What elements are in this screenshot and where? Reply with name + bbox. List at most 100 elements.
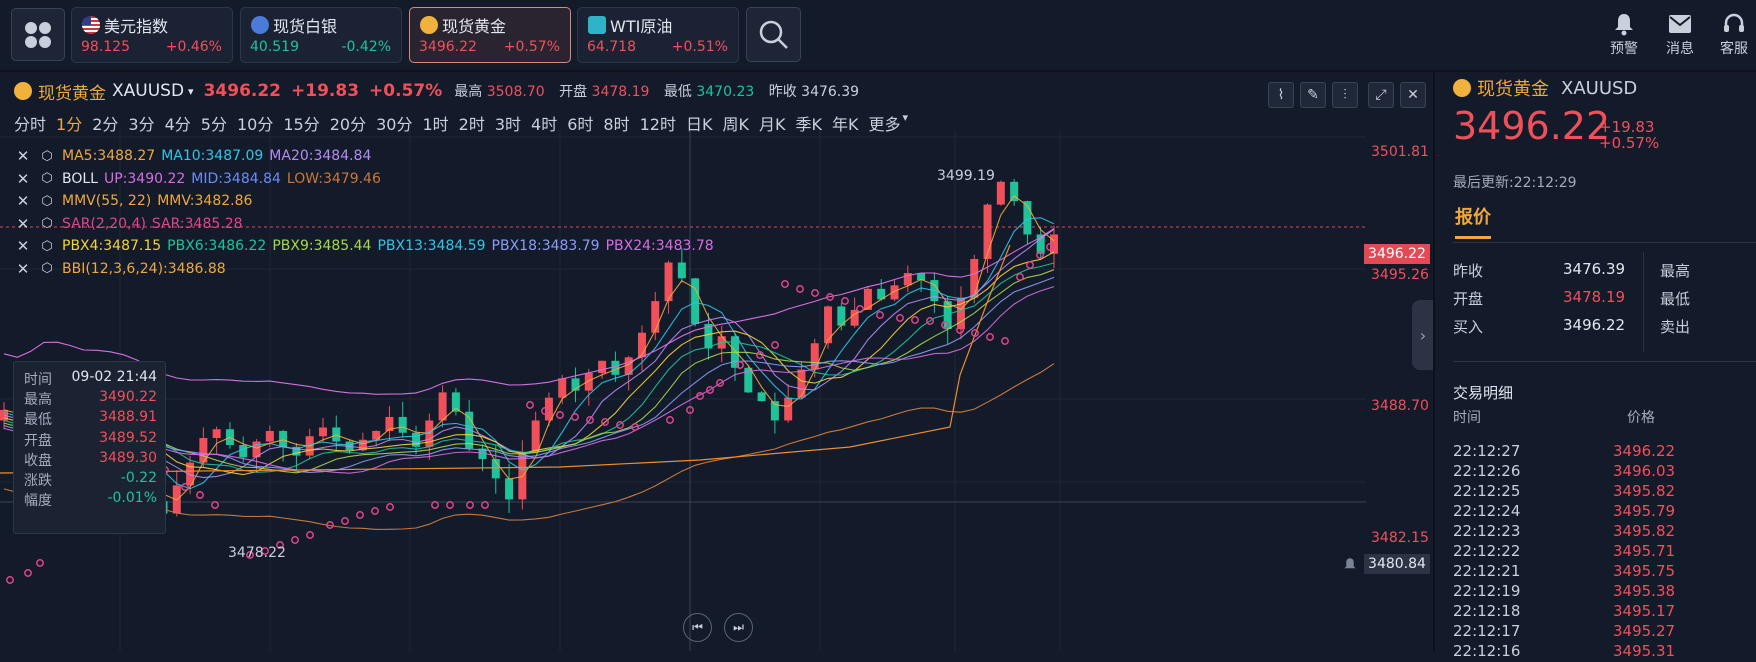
settings-icon[interactable]: ⬡ (38, 216, 56, 231)
trades-col-time: 时间 (1453, 410, 1481, 426)
settings-icon[interactable]: ⬡ (38, 194, 56, 209)
search-icon (759, 20, 788, 49)
sar-dot (6, 576, 14, 584)
remove-indicator-icon[interactable]: ✕ (14, 170, 32, 188)
ticker-tile-gold[interactable]: 现货黄金 3496.22 +0.57% (409, 7, 571, 63)
trades-col-price: 价格 (1627, 410, 1655, 426)
search-button[interactable] (746, 7, 801, 62)
bell-icon (1344, 557, 1356, 568)
sidebar-price: 3496.22 (1453, 104, 1611, 148)
quote-label: 开盘 (1453, 290, 1484, 308)
message-button[interactable]: 消息 (1652, 10, 1708, 58)
settings-icon[interactable]: ⬡ (38, 261, 56, 276)
sidebar-pct: +0.57% (1599, 134, 1660, 152)
quote-label: 昨收 (1453, 262, 1484, 280)
settings-icon[interactable]: ⬡ (38, 171, 56, 186)
candle-body (398, 416, 407, 433)
tooltip-key: 收盘 (24, 452, 52, 469)
indicator-value: MA10:3487.09 (161, 148, 264, 165)
candle-body (651, 301, 660, 333)
indicator-value: MID:3484.84 (191, 170, 281, 187)
chart-panel: 现货黄金 XAUUSD ▾ 3496.22 +19.83 +0.57% 最高 3… (0, 75, 1434, 651)
tooltip-key: 时间 (24, 372, 52, 388)
trade-row: 22:12:27 3496.22 (1453, 442, 1703, 462)
tile-pct: +0.46% (165, 39, 222, 55)
trade-price: 3496.22 (1613, 442, 1676, 460)
remove-indicator-icon[interactable]: ✕ (14, 147, 32, 165)
tooltip-row: 最高 3490.22 (24, 389, 157, 409)
candle-body (318, 427, 327, 437)
price-tick: 3495.26 (1371, 267, 1429, 283)
tooltip-key: 幅度 (24, 493, 52, 510)
sar-dot (841, 297, 849, 305)
remove-indicator-icon[interactable]: ✕ (14, 215, 32, 233)
price-tick: 3501.81 (1371, 144, 1429, 160)
service-button[interactable]: 客服 (1706, 10, 1756, 58)
trade-time: 22:12:19 (1453, 582, 1521, 600)
candle-body (265, 430, 274, 442)
tab-quote[interactable]: 报价 (1455, 203, 1491, 229)
candle-body (212, 429, 221, 439)
indicator-value: BBI(12,3,6,24):3486.88 (62, 260, 226, 277)
trade-price: 3495.75 (1613, 562, 1676, 580)
candle-body (757, 392, 766, 402)
scroll-to-end-button[interactable]: ⏭ (724, 613, 753, 642)
trade-row: 22:12:24 3495.79 (1453, 502, 1703, 522)
trade-price: 3495.38 (1613, 582, 1676, 600)
candle-body (332, 427, 341, 442)
settings-icon[interactable]: ⬡ (38, 239, 56, 254)
indicator-value: PBX18:3483.79 (491, 238, 600, 255)
trade-price: 3495.17 (1613, 602, 1676, 620)
sar-dot (36, 559, 44, 567)
sidebar-change-block: +19.83 +0.57% (1599, 119, 1659, 151)
tooltip-value: 3488.91 (99, 409, 157, 426)
trade-row: 22:12:21 3495.75 (1453, 562, 1703, 582)
ticker-tile-wti[interactable]: WTI原油 64.718 +0.51% (577, 7, 739, 63)
apps-menu-button[interactable] (11, 8, 65, 61)
candle-body (558, 378, 567, 398)
candle-body (505, 478, 514, 500)
top-bar: 美元指数 98.125 +0.46% 现货白银 40.519 -0.42% 现货… (0, 0, 1756, 72)
indicator-value: PBX6:3486.22 (167, 238, 267, 255)
sar-dot (666, 416, 674, 424)
collapse-sidebar-handle[interactable]: › (1412, 300, 1434, 370)
price-tick: 3482.15 (1371, 530, 1429, 546)
price-alert-button[interactable] (1339, 554, 1361, 574)
scroll-to-start-button[interactable]: ⏮ (683, 613, 712, 642)
sar-dot (896, 314, 904, 322)
ticker-tile-silver[interactable]: 现货白银 40.519 -0.42% (240, 7, 402, 63)
indicator-row: ✕ ⬡ BOLL UP:3490.22 MID:3484.84 LOW:3479.46 (14, 168, 714, 191)
remove-indicator-icon[interactable]: ✕ (14, 192, 32, 210)
trade-time: 22:12:23 (1453, 522, 1521, 540)
tooltip-row: 幅度 -0.01% (24, 490, 157, 510)
divider (1643, 252, 1644, 352)
quote-label: 最低 (1660, 290, 1691, 308)
indicator-row: ✕ ⬡ MMV(55, 22) MMV:3482.86 (14, 190, 714, 213)
candle-body (797, 369, 806, 398)
trade-row: 22:12:25 3495.82 (1453, 482, 1703, 502)
sidebar-title: 现货黄金 XAUUSD (1453, 75, 1637, 101)
indicator-value: LOW:3479.46 (286, 170, 381, 187)
trade-time: 22:12:24 (1453, 502, 1521, 520)
ticker-tile-usd-index[interactable]: 美元指数 98.125 +0.46% (71, 7, 233, 63)
quote-value: 3478.19 (1563, 288, 1626, 306)
tooltip-row: 时间 09-02 21:44 (24, 369, 157, 389)
oil-icon (588, 16, 606, 34)
indicator-value: SAR(2,20,4) (62, 215, 146, 232)
indicator-value: PBX24:3483.78 (605, 238, 714, 255)
quote-label: 卖出 (1660, 318, 1691, 336)
remove-indicator-icon[interactable]: ✕ (14, 260, 32, 278)
remove-indicator-icon[interactable]: ✕ (14, 237, 32, 255)
sar-dot (1001, 337, 1009, 345)
settings-icon[interactable]: ⬡ (38, 149, 56, 164)
skip-forward-icon: ⏭ (733, 620, 744, 634)
sar-dot (1026, 261, 1034, 269)
tile-pct: +0.51% (671, 39, 728, 55)
tooltip-value: -0.01% (107, 490, 157, 507)
alert-button[interactable]: 预警 (1596, 10, 1652, 58)
mail-icon (1669, 15, 1691, 33)
bell-icon (1615, 14, 1633, 36)
trade-row: 22:12:16 3495.31 (1453, 642, 1703, 662)
indicator-value: UP:3490.22 (103, 170, 186, 187)
candle-body (996, 181, 1005, 205)
